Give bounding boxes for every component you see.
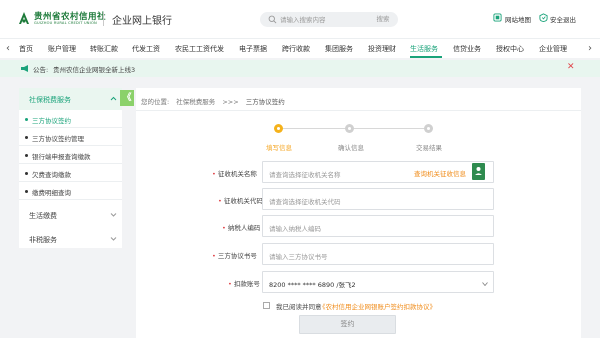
logo-divider bbox=[103, 12, 104, 26]
sidebar-collapse-button[interactable]: 《 bbox=[120, 90, 134, 106]
breadcrumb-prefix: 您的位置: bbox=[141, 98, 170, 106]
sitemap-icon bbox=[493, 13, 502, 22]
bank-logo-icon bbox=[19, 12, 29, 24]
sidebar-group-label: 生活缴费 bbox=[29, 212, 57, 220]
search-icon bbox=[268, 15, 277, 24]
agree-checkbox[interactable] bbox=[263, 302, 270, 309]
taxpayer-code-label: • 纳税人编码 bbox=[222, 224, 261, 232]
nav-prev-icon[interactable]: ‹ bbox=[4, 44, 12, 54]
close-icon[interactable]: ✕ bbox=[567, 63, 575, 72]
header: 贵州省农村信用社 GUIZHOU RURAL CREDIT UNION 企业网上… bbox=[0, 0, 600, 38]
agreement-no-field[interactable]: 请输入三方协议书号 bbox=[262, 243, 494, 265]
nav-item-migrant-payroll[interactable]: 农民工工资代发 bbox=[175, 44, 224, 54]
org-name-placeholder: 请查询选择征收机关名称 bbox=[269, 171, 341, 179]
sign-button[interactable]: 签约 bbox=[299, 315, 396, 334]
sidebar-item-label: 三方协议签约 bbox=[32, 117, 71, 125]
divider bbox=[136, 110, 581, 111]
address-book-icon[interactable] bbox=[472, 163, 485, 180]
sidebar-item-label: 缴费明细查询 bbox=[32, 189, 71, 197]
main-nav: ‹ 首页 账户管理 转账汇款 代发工资 农民工工资代发 电子票据 跨行收款 集团… bbox=[0, 38, 600, 58]
taxpayer-code-placeholder: 请输入纳税人编码 bbox=[269, 225, 321, 233]
step-indicator-result bbox=[424, 124, 433, 133]
nav-item-payroll[interactable]: 代发工资 bbox=[132, 44, 160, 54]
taxpayer-code-field[interactable]: 请输入纳税人编码 bbox=[262, 215, 494, 237]
nav-item-home[interactable]: 首页 bbox=[19, 44, 33, 54]
bank-name-en: GUIZHOU RURAL CREDIT UNION bbox=[34, 21, 97, 25]
agreement-no-placeholder: 请输入三方协议书号 bbox=[269, 253, 328, 261]
bullet-icon bbox=[25, 190, 28, 193]
sidebar-item-arrears[interactable]: 欠费查询缴款 bbox=[19, 164, 122, 182]
org-name-label: • 征收机关名称 bbox=[212, 170, 257, 178]
nav-item-enterprise[interactable]: 企业管理 bbox=[539, 44, 567, 54]
nav-item-account[interactable]: 账户管理 bbox=[48, 44, 76, 54]
debit-account-select[interactable]: 8200 **** **** 6890 /张飞2 bbox=[262, 271, 494, 293]
sidebar-item-label: 三方协议签约管理 bbox=[32, 135, 84, 143]
nav-item-cross-bank[interactable]: 跨行收款 bbox=[282, 44, 310, 54]
sitemap-link[interactable]: 网站地图 bbox=[505, 14, 531, 24]
bullet-icon bbox=[25, 118, 28, 121]
contact-icon bbox=[475, 167, 482, 175]
notice-bar: 公告: 贵州农信企业网银全新上线3 ✕ bbox=[0, 60, 600, 77]
sidebar-group-non-tax[interactable]: 非税服务 bbox=[19, 228, 122, 250]
sidebar-item-payment-detail[interactable]: 缴费明细查询 bbox=[19, 182, 122, 200]
step-indicator-fill-info bbox=[274, 124, 283, 133]
search-input[interactable] bbox=[280, 14, 360, 25]
sidebar-group-label: 非税服务 bbox=[29, 236, 57, 244]
breadcrumb-current: 三方协议签约 bbox=[245, 98, 285, 106]
megaphone-icon bbox=[21, 65, 28, 72]
bullet-icon bbox=[25, 172, 28, 175]
step-indicator-confirm bbox=[345, 124, 354, 133]
sidebar-item-bank-declare[interactable]: 银行端申报查询缴款 bbox=[19, 146, 122, 164]
sidebar-item-agreement-manage[interactable]: 三方协议签约管理 bbox=[19, 128, 122, 146]
sidebar-group-life-payment[interactable]: 生活缴费 bbox=[19, 204, 122, 226]
agreement-doc-link[interactable]: 《农村信用企业网银账户签约扣款协议》 bbox=[319, 301, 436, 311]
nav-item-transfer[interactable]: 转账汇款 bbox=[90, 44, 118, 54]
org-code-placeholder: 请查询选择征收机关代码 bbox=[269, 198, 341, 206]
bullet-icon bbox=[25, 154, 28, 157]
notice-label: 公告: bbox=[33, 66, 49, 74]
step-connector bbox=[354, 128, 424, 129]
notice-text[interactable]: 贵州农信企业网银全新上线3 bbox=[53, 64, 135, 74]
nav-item-group[interactable]: 集团服务 bbox=[325, 44, 353, 54]
query-org-link[interactable]: 查询机关征收信息 bbox=[414, 168, 466, 178]
breadcrumb: 您的位置: 社保税费服务 >>> 三方协议签约 bbox=[141, 96, 290, 106]
chevron-down-icon[interactable] bbox=[482, 282, 488, 286]
sidebar-item-label: 欠费查询缴款 bbox=[32, 171, 71, 179]
nav-active-indicator bbox=[410, 56, 442, 58]
chevron-down-icon bbox=[110, 213, 117, 217]
step-label-fill-info: 填写信息 bbox=[266, 144, 292, 152]
debit-account-value: 8200 **** **** 6890 /张飞2 bbox=[269, 281, 356, 289]
nav-item-credit[interactable]: 信贷业务 bbox=[453, 44, 481, 54]
nav-item-authorization[interactable]: 授权中心 bbox=[496, 44, 524, 54]
search-bar: 搜索 bbox=[260, 12, 398, 27]
sidebar: 社保税费服务 三方协议签约 三方协议签约管理 银行端申报查询缴款 欠费查询缴款 … bbox=[19, 88, 122, 248]
logout-icon bbox=[539, 13, 548, 22]
debit-account-label: • 扣款账号 bbox=[228, 280, 260, 288]
step-label-confirm: 确认信息 bbox=[338, 144, 364, 152]
nav-item-investment[interactable]: 投资理财 bbox=[368, 44, 396, 54]
breadcrumb-parent[interactable]: 社保税费服务 bbox=[176, 98, 215, 106]
nav-item-life-services[interactable]: 生活服务 bbox=[410, 44, 438, 54]
org-code-field[interactable]: 请查询选择征收机关代码 bbox=[262, 188, 494, 210]
app-title: 企业网上银行 bbox=[112, 16, 172, 27]
nav-item-e-bills[interactable]: 电子票据 bbox=[239, 44, 267, 54]
bullet-icon bbox=[25, 136, 28, 139]
chevron-down-icon bbox=[110, 237, 117, 241]
logout-link[interactable]: 安全退出 bbox=[550, 14, 576, 24]
step-label-result: 交易结果 bbox=[416, 144, 442, 152]
chevron-up-icon bbox=[110, 96, 117, 101]
sidebar-item-agreement-sign[interactable]: 三方协议签约 bbox=[19, 110, 122, 128]
step-connector bbox=[283, 128, 345, 129]
sidebar-group-label: 社保税费服务 bbox=[29, 96, 71, 104]
org-code-label: • 征收机关代码 bbox=[218, 197, 263, 205]
sidebar-group-social-tax[interactable]: 社保税费服务 bbox=[19, 88, 122, 110]
breadcrumb-separator: >>> bbox=[222, 98, 239, 106]
nav-next-icon[interactable]: › bbox=[586, 44, 594, 54]
search-button[interactable]: 搜索 bbox=[370, 13, 396, 26]
sidebar-item-label: 银行端申报查询缴款 bbox=[32, 153, 91, 161]
agreement-no-label: • 三方协议书号 bbox=[212, 252, 257, 260]
agree-text: 我已阅读并同意 bbox=[276, 303, 322, 311]
